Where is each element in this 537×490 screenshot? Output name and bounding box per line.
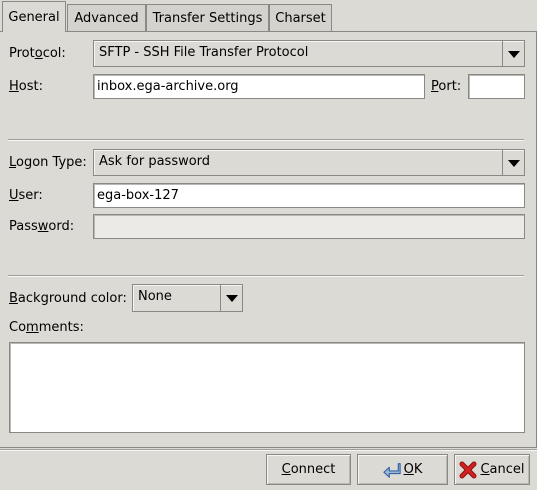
tab-transfer-settings-label: Transfer Settings	[152, 11, 263, 26]
comments-textarea[interactable]	[9, 342, 525, 433]
tab-advanced[interactable]: Advanced	[67, 4, 146, 32]
host-input[interactable]: inbox.ega-archive.org	[93, 74, 425, 99]
background-color-label: Background color:	[9, 291, 127, 306]
ok-arrow-icon	[382, 461, 401, 479]
logon-type-dropdown-button[interactable]	[502, 150, 524, 175]
chevron-down-icon	[508, 160, 520, 167]
protocol-select[interactable]: SFTP - SSH File Transfer Protocol	[93, 40, 525, 67]
tab-charset-label: Charset	[275, 11, 326, 26]
background-color-value: None	[138, 289, 172, 304]
separator	[8, 139, 524, 141]
background-color-select[interactable]: None	[132, 284, 243, 312]
user-value: ega-box-127	[97, 188, 179, 203]
ok-button[interactable]: OK	[357, 454, 448, 485]
separator	[0, 449, 537, 451]
tab-charset[interactable]: Charset	[269, 4, 332, 32]
background-color-dropdown-button[interactable]	[220, 285, 242, 311]
separator	[8, 275, 524, 277]
connect-button[interactable]: Connect	[266, 454, 351, 485]
ok-button-label: OK	[403, 462, 423, 477]
user-input[interactable]: ega-box-127	[93, 183, 525, 208]
protocol-dropdown-button[interactable]	[502, 41, 524, 66]
protocol-value: SFTP - SSH File Transfer Protocol	[99, 45, 309, 60]
password-input[interactable]	[93, 214, 525, 239]
tab-general[interactable]: General	[2, 1, 66, 32]
port-label: Port:	[431, 79, 462, 94]
logon-type-value: Ask for password	[99, 154, 211, 169]
tab-general-label: General	[8, 9, 60, 25]
connect-button-label: Connect	[281, 462, 336, 477]
tab-advanced-label: Advanced	[74, 11, 139, 26]
cancel-button[interactable]: Cancel	[454, 454, 530, 485]
site-settings-dialog: General Advanced Transfer Settings Chars…	[0, 0, 537, 490]
logon-type-label: Logon Type:	[9, 155, 87, 170]
logon-type-select[interactable]: Ask for password	[93, 149, 525, 176]
cancel-x-icon	[459, 461, 477, 479]
chevron-down-icon	[226, 295, 238, 302]
host-label: Host:	[9, 79, 43, 94]
tab-transfer-settings[interactable]: Transfer Settings	[146, 4, 269, 32]
chevron-down-icon	[508, 51, 520, 58]
cancel-button-label: Cancel	[480, 462, 525, 477]
password-label: Password:	[9, 219, 75, 234]
comments-label: Comments:	[9, 320, 84, 335]
protocol-label: Protocol:	[9, 46, 66, 61]
port-input[interactable]	[468, 74, 525, 99]
host-value: inbox.ega-archive.org	[97, 79, 239, 94]
user-label: User:	[9, 188, 43, 203]
